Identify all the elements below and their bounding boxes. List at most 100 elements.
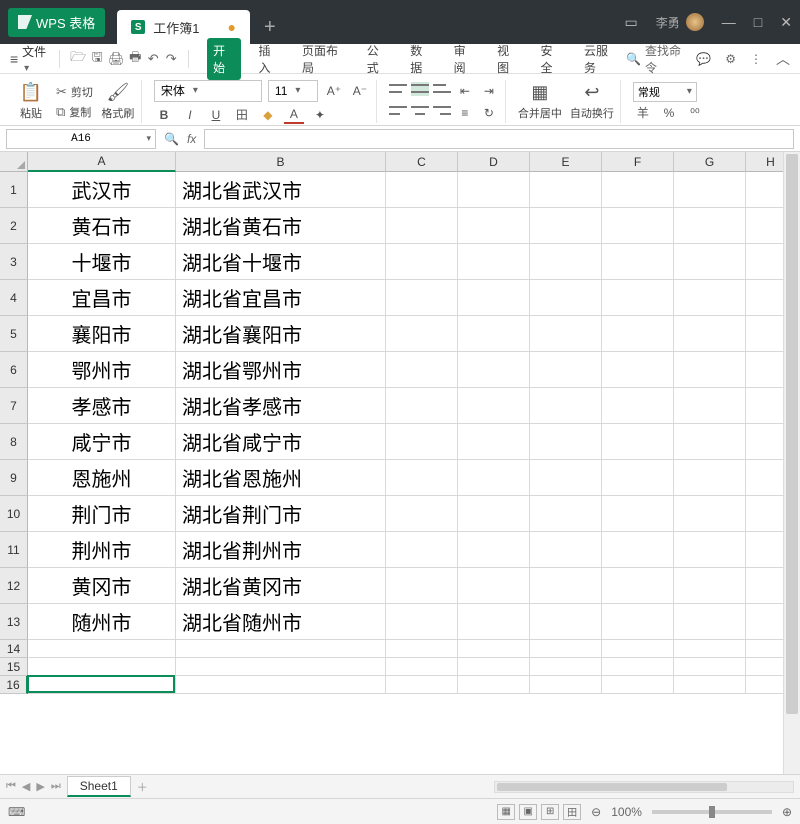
- cell[interactable]: [602, 676, 674, 694]
- cell[interactable]: [458, 424, 530, 460]
- cell[interactable]: [602, 172, 674, 208]
- window-close-button[interactable]: ✕: [780, 14, 792, 31]
- cell[interactable]: [602, 640, 674, 658]
- tab-data[interactable]: 数据: [406, 38, 435, 80]
- last-sheet-button[interactable]: ⏭: [51, 780, 61, 793]
- align-bottom-button[interactable]: [433, 82, 451, 96]
- cell[interactable]: 湖北省十堰市: [176, 244, 386, 280]
- cell[interactable]: [674, 496, 746, 532]
- cell[interactable]: [674, 352, 746, 388]
- cell[interactable]: [386, 532, 458, 568]
- cell[interactable]: [386, 172, 458, 208]
- row-header[interactable]: 12: [0, 568, 28, 604]
- redo-icon[interactable]: ↷: [164, 51, 178, 67]
- cell[interactable]: [530, 532, 602, 568]
- cell[interactable]: [530, 388, 602, 424]
- add-tab-button[interactable]: +: [264, 16, 276, 39]
- cell[interactable]: 宜昌市: [28, 280, 176, 316]
- cell[interactable]: [602, 244, 674, 280]
- indent-increase-button[interactable]: ⇥: [479, 82, 499, 100]
- merge-center-button[interactable]: ▦ 合并居中: [518, 82, 562, 121]
- cut-button[interactable]: ✂剪切: [56, 84, 93, 100]
- tab-review[interactable]: 审阅: [450, 38, 479, 80]
- sheet-tab[interactable]: Sheet1: [67, 776, 131, 797]
- row-header[interactable]: 5: [0, 316, 28, 352]
- cells-grid[interactable]: 武汉市湖北省武汉市黄石市湖北省黄石市十堰市湖北省十堰市宜昌市湖北省宜昌市襄阳市湖…: [28, 172, 796, 694]
- underline-button[interactable]: U: [206, 106, 226, 124]
- search-commands[interactable]: 🔍 查找命令: [626, 42, 682, 76]
- orientation-button[interactable]: ↻: [479, 104, 499, 122]
- comma-button[interactable]: ⁰⁰: [685, 104, 705, 122]
- cell[interactable]: 武汉市: [28, 172, 176, 208]
- cancel-fx-icon[interactable]: 🔍: [164, 132, 179, 146]
- row-header[interactable]: 16: [0, 676, 28, 694]
- tab-modified-indicator[interactable]: ●: [227, 19, 235, 35]
- cell[interactable]: [386, 424, 458, 460]
- cell[interactable]: [602, 352, 674, 388]
- row-header[interactable]: 2: [0, 208, 28, 244]
- cell[interactable]: [176, 640, 386, 658]
- print-preview-icon[interactable]: 🖨: [108, 51, 124, 67]
- cell[interactable]: [458, 208, 530, 244]
- window-maximize-button[interactable]: □: [754, 14, 762, 30]
- effects-button[interactable]: ✦: [310, 106, 330, 124]
- cell[interactable]: [458, 658, 530, 676]
- cell[interactable]: [458, 676, 530, 694]
- font-color-button[interactable]: A: [284, 106, 304, 124]
- break-view-button[interactable]: ⊞: [541, 804, 559, 820]
- cell[interactable]: [530, 604, 602, 640]
- cell[interactable]: [458, 604, 530, 640]
- tab-insert[interactable]: 插入: [255, 38, 284, 80]
- number-format-select[interactable]: 常规▾: [633, 82, 697, 102]
- cell[interactable]: [674, 244, 746, 280]
- row-header[interactable]: 9: [0, 460, 28, 496]
- row-header[interactable]: 1: [0, 172, 28, 208]
- cell[interactable]: 随州市: [28, 604, 176, 640]
- indent-decrease-button[interactable]: ⇤: [455, 82, 475, 100]
- cell[interactable]: [386, 568, 458, 604]
- increase-font-button[interactable]: A⁺: [324, 82, 344, 100]
- cell[interactable]: [530, 280, 602, 316]
- cell[interactable]: [674, 280, 746, 316]
- row-header[interactable]: 11: [0, 532, 28, 568]
- window-minimize-button[interactable]: —: [722, 14, 736, 30]
- cell[interactable]: [530, 316, 602, 352]
- cell[interactable]: [602, 424, 674, 460]
- more-icon[interactable]: ⋮: [750, 52, 762, 66]
- cell[interactable]: [458, 172, 530, 208]
- row-header[interactable]: 4: [0, 280, 28, 316]
- cell[interactable]: [530, 568, 602, 604]
- cell[interactable]: [458, 388, 530, 424]
- row-header[interactable]: 3: [0, 244, 28, 280]
- cell[interactable]: [674, 604, 746, 640]
- cell[interactable]: [674, 172, 746, 208]
- cell[interactable]: [674, 208, 746, 244]
- cell[interactable]: [386, 640, 458, 658]
- next-sheet-button[interactable]: ▶: [36, 780, 44, 793]
- currency-button[interactable]: 羊: [633, 104, 653, 122]
- align-middle-button[interactable]: [411, 82, 429, 96]
- reader-view-button[interactable]: 田: [563, 804, 581, 820]
- cell[interactable]: [458, 280, 530, 316]
- cell[interactable]: [530, 640, 602, 658]
- column-header[interactable]: C: [386, 152, 458, 172]
- save-icon[interactable]: 🖫: [90, 51, 104, 67]
- align-right-button[interactable]: [433, 104, 451, 118]
- cell[interactable]: 湖北省宜昌市: [176, 280, 386, 316]
- cell[interactable]: 湖北省孝感市: [176, 388, 386, 424]
- cell[interactable]: [530, 208, 602, 244]
- first-sheet-button[interactable]: ⏮: [6, 780, 16, 793]
- cell[interactable]: [530, 658, 602, 676]
- column-header[interactable]: B: [176, 152, 386, 172]
- chat-icon[interactable]: 💬: [696, 52, 711, 66]
- cell[interactable]: 恩施州: [28, 460, 176, 496]
- tab-start[interactable]: 开始: [207, 38, 240, 80]
- row-header[interactable]: 14: [0, 640, 28, 658]
- cell[interactable]: [674, 424, 746, 460]
- column-header[interactable]: G: [674, 152, 746, 172]
- decrease-font-button[interactable]: A⁻: [350, 82, 370, 100]
- paste-button[interactable]: 📋 粘贴: [14, 82, 48, 121]
- cell[interactable]: [674, 676, 746, 694]
- tab-pagelayout[interactable]: 页面布局: [298, 38, 349, 80]
- align-top-button[interactable]: [389, 82, 407, 96]
